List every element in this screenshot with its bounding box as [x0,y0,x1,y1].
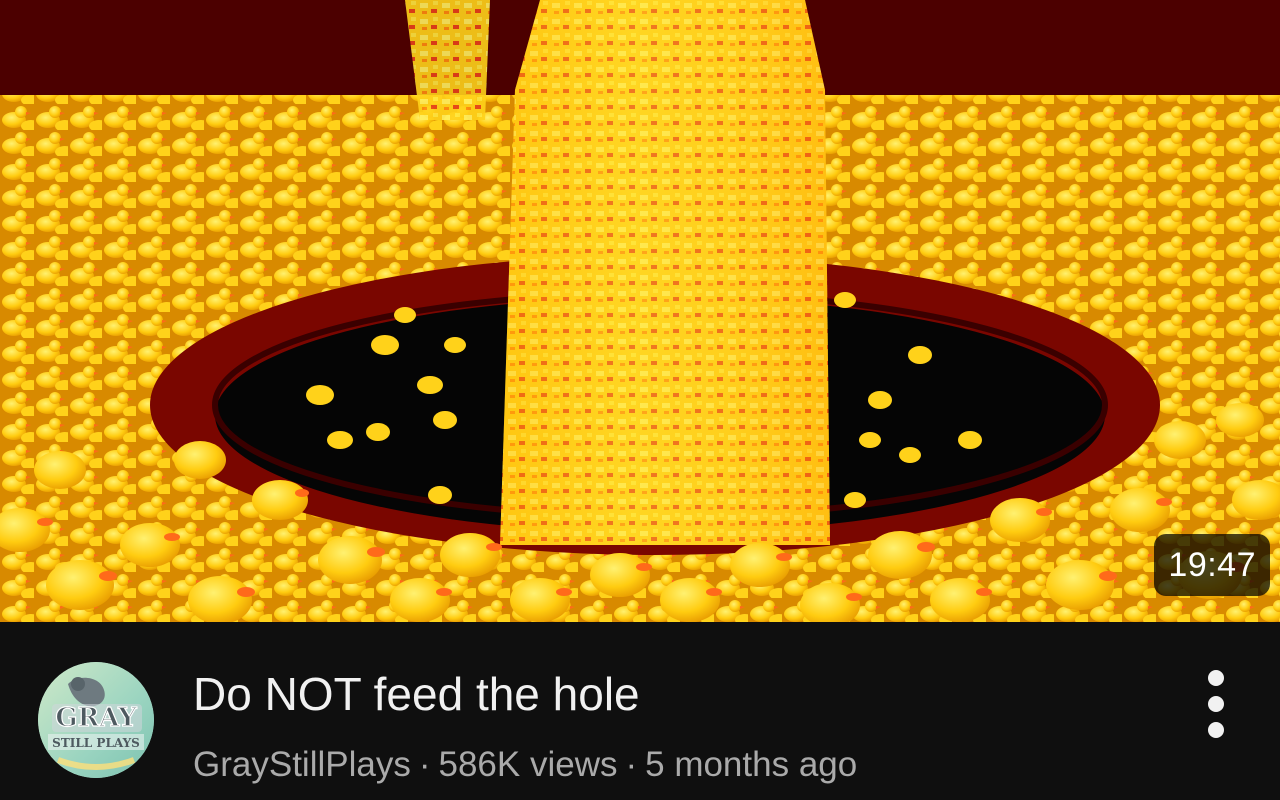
video-title[interactable]: Do NOT feed the hole [193,662,1153,726]
video-card: 19:47 GRAY STILL PLAYS Do NOT feed the h… [0,0,1280,800]
meta-separator: · [418,745,431,784]
upload-age: 5 months ago [645,745,858,784]
svg-text:GRAY: GRAY [55,703,137,733]
video-info: GRAY STILL PLAYS Do NOT feed the hole Gr… [0,622,1280,800]
duration-badge: 19:47 [1154,534,1270,596]
more-vertical-icon [1208,670,1224,738]
more-options-button[interactable] [1186,664,1246,744]
video-meta: GrayStillPlays · 586K views · 5 months ago [193,740,857,790]
view-count: 586K views [438,745,618,784]
channel-logo: GRAY STILL PLAYS [38,662,154,778]
svg-text:STILL PLAYS: STILL PLAYS [52,736,140,750]
meta-separator: · [625,745,638,784]
channel-name[interactable]: GrayStillPlays [193,745,411,784]
thumbnail-image [0,0,1280,622]
channel-avatar[interactable]: GRAY STILL PLAYS [38,662,154,778]
video-thumbnail[interactable]: 19:47 [0,0,1280,622]
